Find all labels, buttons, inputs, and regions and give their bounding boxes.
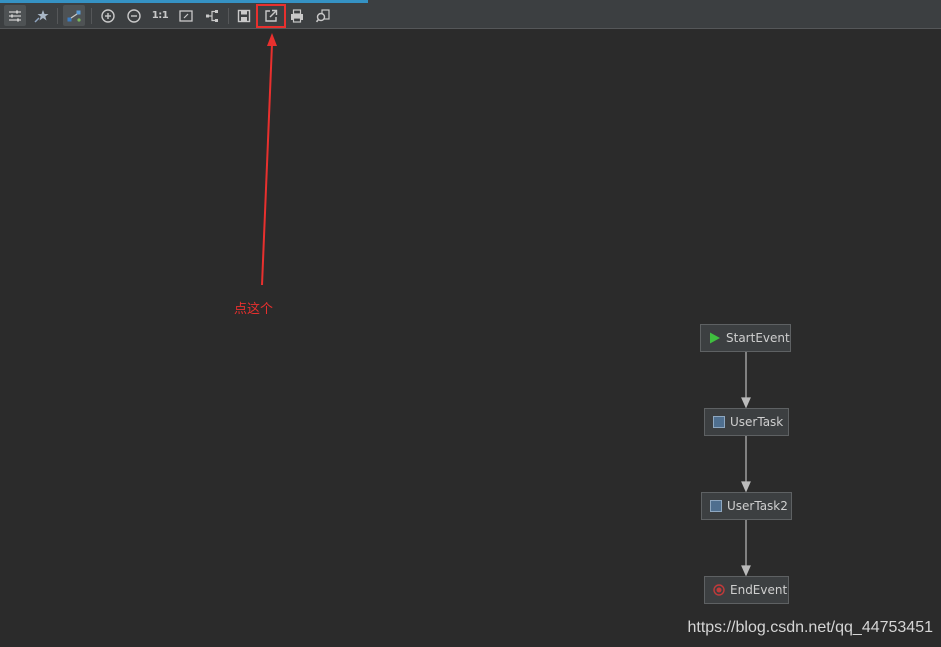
node-end-event[interactable]: EndEvent (704, 576, 789, 604)
fit-content-button[interactable] (175, 5, 197, 26)
zoom-in-button[interactable] (97, 5, 119, 26)
print-button[interactable] (286, 5, 308, 26)
toolbar-separator (91, 8, 92, 24)
layout-graph-button[interactable] (63, 5, 85, 26)
annotation-highlight-box (256, 4, 286, 28)
node-user-task2[interactable]: UserTask2 (701, 492, 792, 520)
save-button[interactable] (233, 5, 255, 26)
settings-sliders-button[interactable] (4, 5, 26, 26)
diagram-toolbar: 1:1 (0, 3, 941, 29)
annotation-overlay (261, 33, 277, 286)
end-event-icon (713, 584, 725, 596)
node-start-event[interactable]: StartEvent (700, 324, 791, 352)
edge-arrowhead (741, 481, 751, 493)
node-label: StartEvent (726, 331, 790, 345)
find-button[interactable] (312, 5, 334, 26)
zoom-in-icon (101, 8, 115, 23)
zoom-out-icon (127, 8, 141, 23)
layout-graph-icon (67, 10, 81, 22)
share-layout-icon (206, 9, 218, 22)
pin-star-icon (34, 9, 49, 23)
edge-arrowhead (741, 397, 751, 409)
start-event-icon (710, 332, 720, 344)
toolbar-separator (228, 8, 229, 24)
pin-star-button[interactable] (30, 5, 52, 26)
watermark-url: https://blog.csdn.net/qq_44753451 (687, 619, 933, 636)
annotation-arrow (261, 43, 273, 286)
annotation-label: 点这个 (234, 302, 274, 317)
actual-size-icon: 1:1 (151, 10, 169, 21)
share-layout-button[interactable] (201, 5, 223, 26)
node-user-task[interactable]: UserTask (704, 408, 789, 436)
user-task-icon (713, 416, 725, 428)
zoom-out-button[interactable] (123, 5, 145, 26)
fit-content-icon (179, 9, 193, 22)
edge-arrowhead (741, 565, 751, 577)
annotation-arrowhead (267, 33, 277, 46)
node-label: UserTask2 (727, 499, 788, 513)
print-icon (291, 8, 303, 23)
actual-size-button[interactable]: 1:1 (149, 5, 171, 26)
diagram-edges (741, 352, 751, 577)
node-label: UserTask (730, 415, 784, 429)
toolbar-separator (57, 8, 58, 24)
save-icon (237, 9, 251, 22)
node-label: EndEvent (730, 583, 788, 597)
user-task-icon (710, 500, 722, 512)
settings-sliders-icon (9, 10, 21, 21)
find-icon (315, 8, 330, 22)
